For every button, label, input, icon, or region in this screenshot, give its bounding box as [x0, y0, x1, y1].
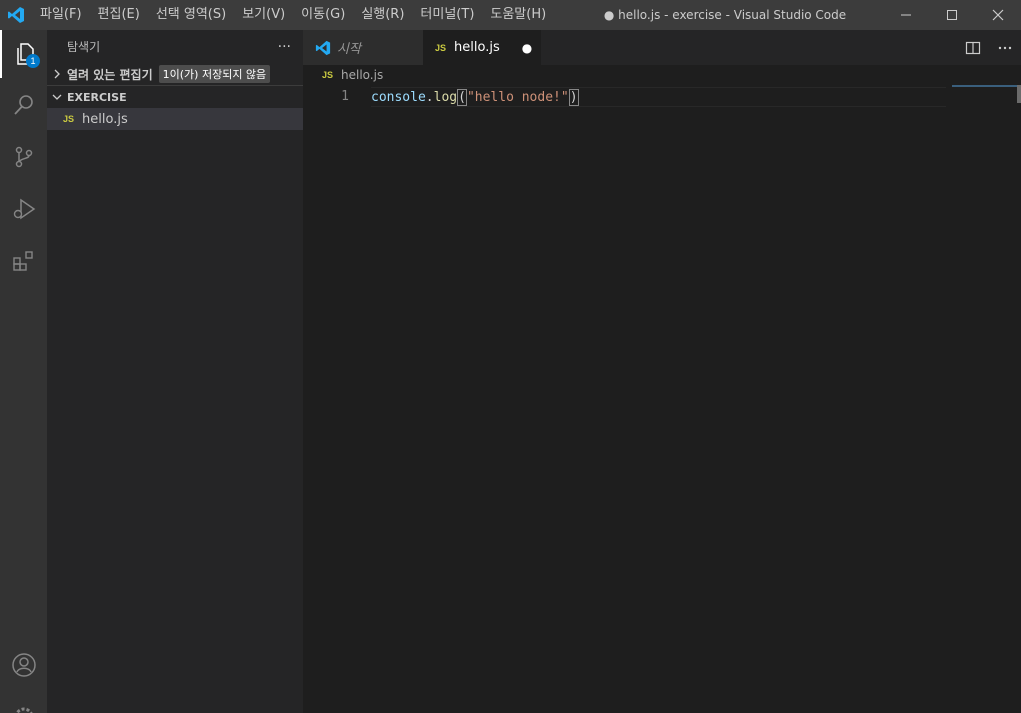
token-function: log [433, 90, 458, 105]
ellipsis-icon [998, 46, 1012, 49]
code-editor[interactable]: 1 console.log("hello node!") [303, 85, 1021, 713]
sidebar-title: 탐색기 [67, 40, 101, 54]
search-icon [13, 95, 33, 115]
account-button[interactable] [0, 641, 47, 689]
extensions-icon [12, 251, 33, 271]
chevron-right-icon [54, 69, 60, 79]
line-number: 1 [341, 89, 349, 104]
js-file-icon: JS [435, 42, 447, 53]
js-file-icon: JS [322, 70, 334, 80]
window-title: ● hello.js - exercise - Visual Studio Co… [603, 8, 847, 22]
file-item-hello-js[interactable]: JS hello.js [47, 108, 303, 130]
token-object: console [371, 90, 426, 105]
folder-label: EXERCISE [67, 90, 127, 104]
window-controls [883, 0, 1021, 30]
token-string: "hello node!" [466, 90, 569, 105]
more-actions-button[interactable]: ··· [278, 39, 291, 55]
vscode-logo-icon [315, 40, 331, 55]
open-editors-section[interactable]: 열려 있는 편집기 1이(가) 저장되지 않음 [47, 63, 303, 86]
split-editor-icon [965, 41, 981, 54]
menu-run[interactable]: 실행(R) [353, 0, 412, 30]
tab-hello-js[interactable]: JS hello.js ● [423, 30, 541, 65]
tab-actions [957, 30, 1021, 65]
source-control-button[interactable] [0, 133, 47, 181]
token-close-paren: ) [568, 89, 579, 106]
menu-view[interactable]: 보기(V) [234, 0, 293, 30]
close-icon [992, 9, 1004, 21]
folder-section-exercise[interactable]: EXERCISE [47, 86, 303, 108]
account-icon [11, 653, 36, 677]
vscode-logo-icon [0, 0, 32, 30]
menu-bar: 파일(F) 편집(E) 선택 영역(S) 보기(V) 이동(G) 실행(R) 터… [32, 0, 554, 30]
open-editors-label: 열려 있는 편집기 [67, 67, 153, 82]
tab-label: hello.js [454, 40, 500, 55]
chevron-down-icon [52, 94, 62, 100]
unsaved-badge: 1이(가) 저장되지 않음 [158, 65, 271, 83]
menu-file[interactable]: 파일(F) [32, 0, 90, 30]
split-editor-button[interactable] [957, 30, 989, 65]
source-control-icon [15, 146, 32, 168]
js-file-icon: JS [63, 114, 75, 124]
breadcrumb-file[interactable]: hello.js [341, 68, 383, 82]
menu-go[interactable]: 이동(G) [293, 0, 353, 30]
explorer-badge: 1 [26, 54, 40, 68]
activity-bar: 1 [0, 30, 47, 713]
run-debug-icon [13, 198, 35, 220]
menu-edit[interactable]: 편집(E) [90, 0, 148, 30]
editor-more-actions-button[interactable] [989, 30, 1021, 65]
minimize-icon [901, 14, 911, 16]
menu-selection[interactable]: 선택 영역(S) [148, 0, 234, 30]
sidebar-header: 탐색기 ··· [47, 30, 303, 63]
explorer-sidebar: 탐색기 ··· 열려 있는 편집기 1이(가) 저장되지 않음 EXERCISE… [47, 30, 303, 713]
code-line[interactable]: console.log("hello node!") [371, 87, 946, 107]
tab-label: 시작 [337, 42, 361, 57]
explorer-button[interactable]: 1 [0, 30, 47, 78]
menu-terminal[interactable]: 터미널(T) [412, 0, 482, 30]
title-bar: 파일(F) 편집(E) 선택 영역(S) 보기(V) 이동(G) 실행(R) 터… [0, 0, 1021, 30]
menu-help[interactable]: 도움말(H) [482, 0, 554, 30]
minimap[interactable] [952, 85, 1018, 87]
token-open-paren: ( [457, 89, 467, 106]
run-debug-button[interactable] [0, 185, 47, 233]
minimize-button[interactable] [883, 0, 929, 30]
close-button[interactable] [975, 0, 1021, 30]
search-button[interactable] [0, 81, 47, 129]
maximize-button[interactable] [929, 0, 975, 30]
file-label: hello.js [82, 111, 128, 127]
settings-gear-icon [14, 707, 33, 713]
vertical-scrollbar[interactable] [1017, 85, 1021, 103]
extensions-button[interactable] [0, 237, 47, 285]
token-dot: . [425, 90, 434, 105]
dirty-indicator[interactable]: ● [522, 41, 532, 55]
settings-button[interactable] [0, 690, 47, 713]
editor-tabs: 시작 JS hello.js ● [303, 30, 1021, 65]
maximize-icon [947, 10, 957, 20]
breadcrumb: JS hello.js [322, 65, 383, 85]
tab-welcome[interactable]: 시작 [303, 30, 423, 65]
